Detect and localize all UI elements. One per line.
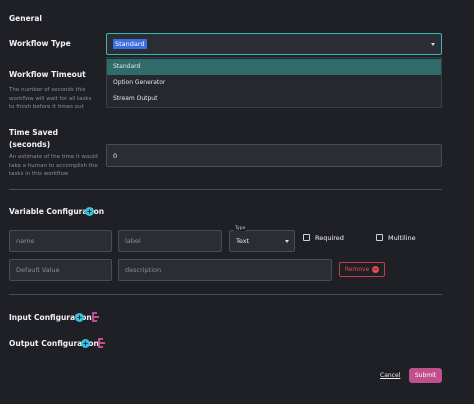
- variable-type-value: Text: [236, 237, 250, 245]
- remove-label: Remove: [344, 266, 370, 273]
- chevron-down-icon: [431, 42, 435, 46]
- workflow-type-selected-value: Standard: [113, 39, 147, 49]
- variable-label-input[interactable]: label: [118, 230, 222, 252]
- variable-name-input[interactable]: name: [9, 230, 112, 252]
- add-output-plus-icon[interactable]: +: [81, 339, 90, 348]
- multiline-checkbox[interactable]: [376, 234, 383, 241]
- workflow-type-select[interactable]: Standard: [106, 33, 442, 55]
- dropdown-option-option-generator[interactable]: Option Generator: [107, 75, 441, 91]
- description-input[interactable]: description: [118, 259, 332, 281]
- add-variable-plus-icon[interactable]: +: [85, 207, 94, 216]
- time-saved-value: 0: [113, 151, 118, 160]
- variable-name-placeholder: name: [16, 237, 35, 245]
- submit-button[interactable]: Submit: [409, 368, 442, 383]
- time-saved-input[interactable]: 0: [106, 144, 442, 167]
- workflow-timeout-label: Workflow Timeout: [9, 70, 86, 79]
- time-saved-label-line2: (seconds): [9, 140, 51, 149]
- add-input-plus-icon[interactable]: +: [75, 313, 84, 322]
- cancel-button[interactable]: Cancel: [380, 372, 400, 379]
- variable-type-select[interactable]: Text: [229, 230, 295, 252]
- remove-circle-icon: −: [372, 266, 380, 273]
- required-checkbox[interactable]: [303, 234, 310, 241]
- description-placeholder: description: [125, 266, 162, 274]
- dropdown-option-stream-output[interactable]: Stream Output: [107, 91, 441, 107]
- section-title-general: General: [9, 14, 42, 23]
- output-branch-icon[interactable]: [98, 338, 105, 348]
- input-branch-icon[interactable]: [92, 312, 99, 322]
- required-label: Required: [315, 234, 344, 242]
- time-saved-help: An estimate of the time it would take a …: [9, 154, 98, 177]
- multiline-label: Multiline: [388, 234, 416, 242]
- time-saved-label-line1: Time Saved: [9, 128, 59, 137]
- remove-variable-button[interactable]: Remove −: [339, 262, 385, 277]
- workflow-type-dropdown: Standard Option Generator Stream Output: [106, 57, 442, 108]
- default-value-placeholder: Default Value: [16, 266, 60, 274]
- workflow-timeout-help: The number of seconds this workflow will…: [9, 87, 92, 110]
- workflow-type-label: Workflow Type: [9, 39, 71, 48]
- dropdown-option-standard[interactable]: Standard: [107, 59, 441, 75]
- divider: [9, 294, 442, 295]
- time-saved-label: Time Saved (seconds): [9, 127, 58, 151]
- divider: [9, 189, 442, 190]
- chevron-down-icon: [285, 239, 289, 243]
- variable-type-tag: Type: [234, 226, 247, 231]
- variable-label-placeholder: label: [125, 237, 141, 245]
- default-value-input[interactable]: Default Value: [9, 259, 112, 281]
